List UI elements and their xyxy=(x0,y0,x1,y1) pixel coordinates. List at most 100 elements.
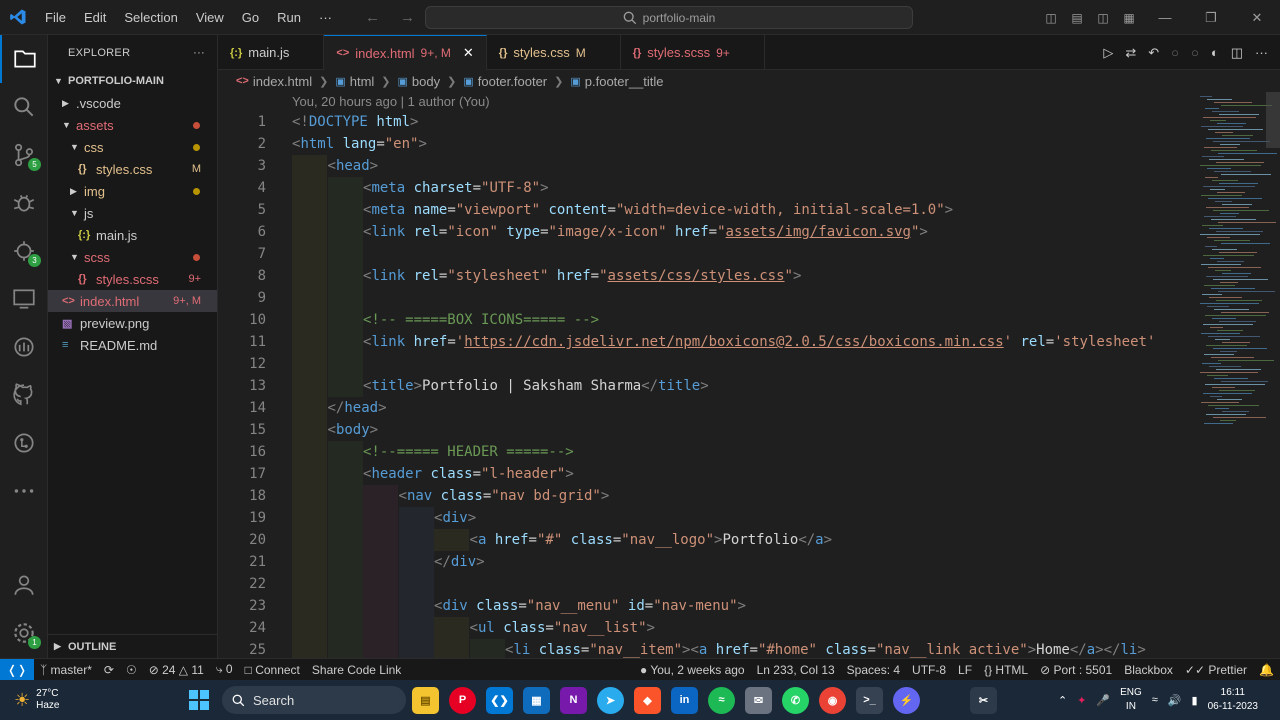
git-graph-icon[interactable] xyxy=(0,419,48,467)
weather-widget[interactable]: ☀ 27°C Haze xyxy=(0,688,190,712)
wifi-icon[interactable]: ≈ xyxy=(1152,694,1158,706)
menu-run[interactable]: Run xyxy=(268,0,310,35)
file-item[interactable]: {} styles.css M xyxy=(48,158,217,180)
branch-status[interactable]: ᛉ master* xyxy=(34,663,98,677)
code-editor[interactable]: 1 <!DOCTYPE html> 2 <html lang="en"> 3 <head>… xyxy=(218,111,1190,658)
code-line[interactable]: 2 <html lang="en"> xyxy=(218,133,1190,155)
remote-explorer-icon[interactable] xyxy=(0,275,48,323)
problems-status[interactable]: ⊘ 24 △ 11 xyxy=(143,663,210,677)
close-tab-icon[interactable]: ✕ xyxy=(463,45,474,61)
code-line[interactable]: 4 <meta charset="UTF-8"> xyxy=(218,177,1190,199)
revert-icon[interactable]: ↶ xyxy=(1148,45,1159,61)
run-debug-icon[interactable] xyxy=(0,179,48,227)
sync-icon[interactable]: ⟳ xyxy=(98,663,120,677)
code-line[interactable]: 23 <div class="nav__menu" id="nav-menu"> xyxy=(218,595,1190,617)
clock[interactable]: 16:11 06-11-2023 xyxy=(1208,686,1258,714)
file-item[interactable]: {:} main.js xyxy=(48,224,217,246)
language-status[interactable]: {} HTML xyxy=(978,663,1034,677)
folder-item[interactable]: ▶ .vscode xyxy=(48,92,217,114)
code-line[interactable]: 15 <body> xyxy=(218,419,1190,441)
explorer-icon[interactable] xyxy=(0,35,48,83)
code-line[interactable]: 7 xyxy=(218,243,1190,265)
codelens-blame[interactable]: You, 20 hours ago | 1 author (You) xyxy=(292,94,490,109)
folder-item[interactable]: ▼ assets xyxy=(48,114,217,136)
code-line[interactable]: 5 <meta name="viewport" content="width=de… xyxy=(218,199,1190,221)
eol-status[interactable]: LF xyxy=(952,663,978,677)
microphone-icon[interactable]: 🎤 xyxy=(1096,694,1110,707)
git-graph-status-icon[interactable]: ☉ xyxy=(120,663,143,677)
menu-go[interactable]: Go xyxy=(233,0,268,35)
code-line[interactable]: 21 </div> xyxy=(218,551,1190,573)
explorer-more-icon[interactable]: ··· xyxy=(193,47,205,59)
code-line[interactable]: 1 <!DOCTYPE html> xyxy=(218,111,1190,133)
more-actions-icon[interactable]: ··· xyxy=(1255,45,1268,60)
code-line[interactable]: 10 <!-- =====BOX ICONS===== --> xyxy=(218,309,1190,331)
onenote-icon[interactable]: N xyxy=(560,686,587,714)
toggle-secondary-sidebar-icon[interactable]: ◫ xyxy=(1090,11,1116,25)
menu-selection[interactable]: Selection xyxy=(115,0,186,35)
blame-status[interactable]: ● You, 2 weeks ago xyxy=(634,663,751,677)
indentation-status[interactable]: Spaces: 4 xyxy=(841,663,906,677)
file-item[interactable]: <> index.html 9+, M xyxy=(48,290,217,312)
menu-edit[interactable]: Edit xyxy=(75,0,115,35)
blackbox-status[interactable]: Blackbox xyxy=(1118,663,1179,677)
breadcrumb-footer[interactable]: footer.footer xyxy=(478,74,547,89)
compare-changes-icon[interactable]: ⇄ xyxy=(1125,45,1136,61)
breadcrumb-html[interactable]: html xyxy=(350,74,375,89)
workspace-root[interactable]: ▼ PORTFOLIO-MAIN xyxy=(48,70,217,92)
whatsapp-icon[interactable]: ✆ xyxy=(782,686,809,714)
split-editor-icon[interactable]: ◫ xyxy=(1231,45,1243,61)
search-view-icon[interactable] xyxy=(0,83,48,131)
minimize-window-icon[interactable]: — xyxy=(1142,10,1188,25)
folder-item[interactable]: ▼ css xyxy=(48,136,217,158)
windows-start-icon[interactable] xyxy=(189,690,209,710)
source-control-icon[interactable]: 5 xyxy=(0,131,48,179)
outline-section[interactable]: ▶ OUTLINE xyxy=(48,634,218,658)
code-line[interactable]: 13 <title>Portfolio | Saksham Sharma</tit… xyxy=(218,375,1190,397)
mail-icon[interactable]: ✉ xyxy=(745,686,772,714)
vscode-taskbar-icon[interactable]: ❮❯ xyxy=(486,686,513,714)
go-back-change-icon[interactable]: ○ xyxy=(1171,45,1179,60)
calendar-icon[interactable]: ▦ xyxy=(523,686,550,714)
snipping-tool-icon[interactable]: ✂ xyxy=(970,686,997,714)
back-arrow-icon[interactable]: ← xyxy=(365,0,380,35)
ports-status[interactable]: ⤷ 0 xyxy=(210,662,239,677)
manage-gear-icon[interactable]: 1 xyxy=(0,609,48,657)
notifications-bell-icon[interactable]: 🔔 xyxy=(1253,663,1280,677)
go-forward-change-icon[interactable]: ○ xyxy=(1191,45,1199,60)
code-line[interactable]: 9 xyxy=(218,287,1190,309)
breadcrumb-body[interactable]: body xyxy=(412,74,440,89)
encoding-status[interactable]: UTF-8 xyxy=(906,663,952,677)
tray-app-icon[interactable]: ✦ xyxy=(1077,694,1086,707)
code-line[interactable]: 22 xyxy=(218,573,1190,595)
file-item[interactable]: {} styles.scss 9+ xyxy=(48,268,217,290)
editor-tab[interactable]: {} styles.scss 9+ xyxy=(621,35,765,70)
breadcrumb-file[interactable]: index.html xyxy=(253,74,312,89)
restore-window-icon[interactable]: ❐ xyxy=(1188,10,1234,26)
menu-file[interactable]: File xyxy=(36,0,75,35)
editor-scrollbar[interactable] xyxy=(1266,92,1280,148)
toggle-panel-icon[interactable]: ▤ xyxy=(1064,11,1090,25)
brave-icon[interactable]: ◆ xyxy=(634,686,661,714)
run-file-icon[interactable]: ▷ xyxy=(1103,45,1113,61)
close-window-icon[interactable]: ✕ xyxy=(1234,10,1280,26)
docker-icon[interactable] xyxy=(0,323,48,371)
code-line[interactable]: 8 <link rel="stylesheet" href="assets/css… xyxy=(218,265,1190,287)
editor-tab[interactable]: <> index.html 9+, M ✕ xyxy=(324,35,487,70)
taskbar-search[interactable]: Search xyxy=(222,686,406,714)
code-line[interactable]: 11 <link href='https://cdn.jsdelivr.net/n… xyxy=(218,331,1190,353)
file-item[interactable]: ≡ README.md xyxy=(48,334,217,356)
share-code-link[interactable]: Share Code Link xyxy=(306,663,407,677)
more-views-icon[interactable] xyxy=(0,467,48,515)
code-line[interactable]: 19 <div> xyxy=(218,507,1190,529)
remote-indicator-icon[interactable]: ❬❭ xyxy=(0,658,34,681)
file-explorer-icon[interactable]: ▤ xyxy=(412,686,439,714)
extensions-icon[interactable]: 3 xyxy=(0,227,48,275)
code-line[interactable]: 17 <header class="l-header"> xyxy=(218,463,1190,485)
telegram-icon[interactable]: ➤ xyxy=(597,686,624,714)
command-center-search[interactable]: portfolio-main xyxy=(425,6,913,29)
code-line[interactable]: 25 <li class="nav__item"><a href="#home" … xyxy=(218,639,1190,658)
language-indicator[interactable]: ENG IN xyxy=(1120,686,1142,714)
code-line[interactable]: 20 <a href="#" class="nav__logo">Portfoli… xyxy=(218,529,1190,551)
minimap[interactable] xyxy=(1190,92,1280,658)
